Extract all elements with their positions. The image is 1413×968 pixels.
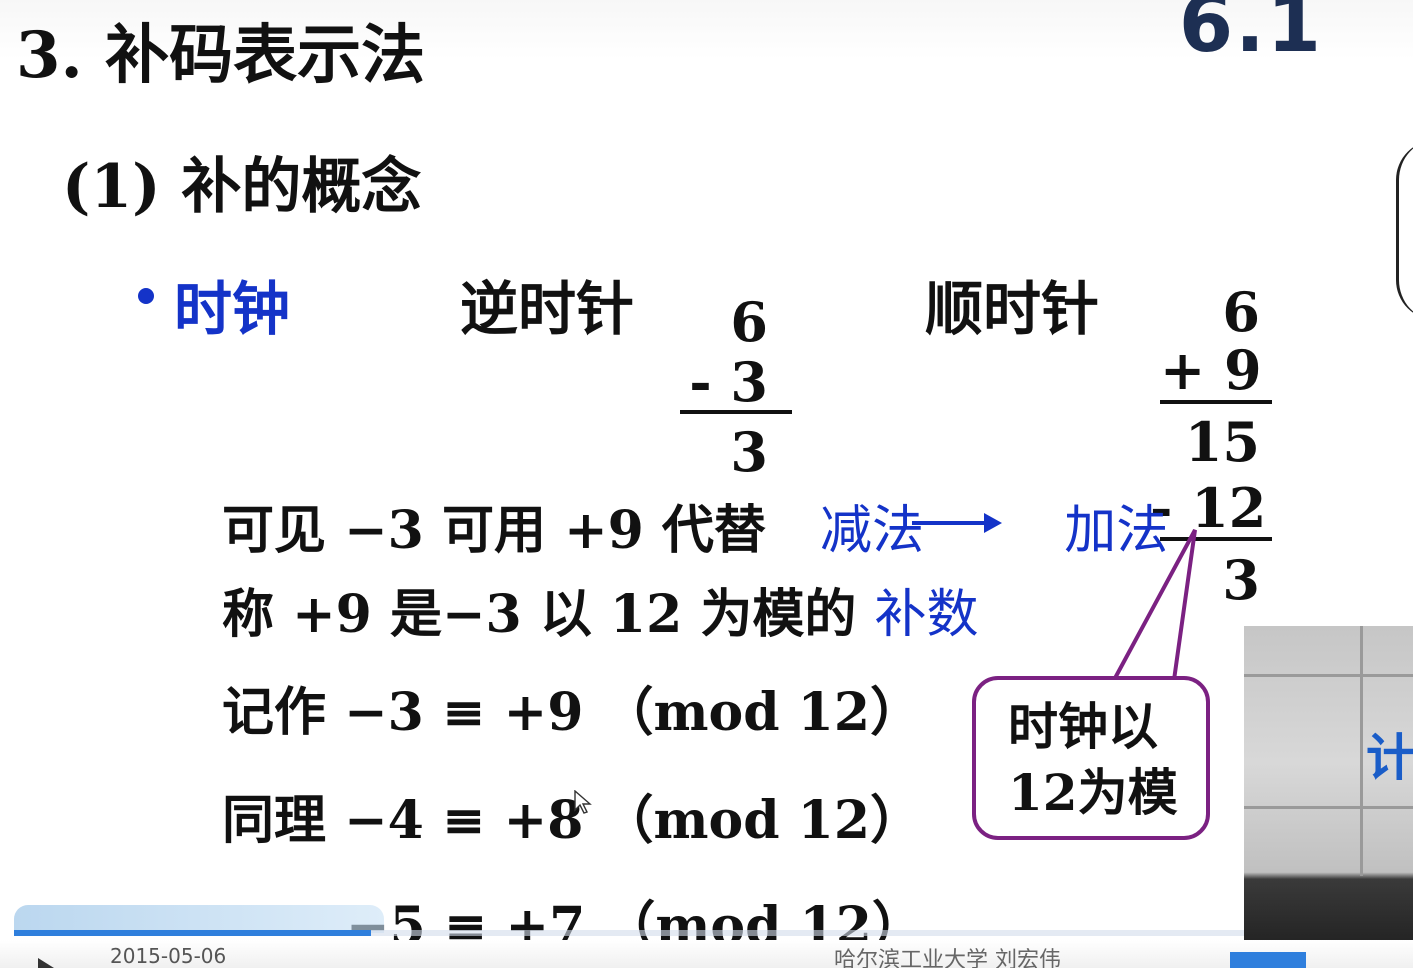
- video-credit: 哈尔滨工业大学 刘宏伟: [834, 948, 1061, 968]
- play-icon[interactable]: [38, 958, 54, 968]
- progress-fill: [14, 930, 371, 936]
- bullet-dot-icon: [138, 288, 154, 304]
- cw-intermediate: 15: [1184, 410, 1260, 474]
- statement-line-4: 同理 −4 ≡ +8 （mod 12）: [222, 790, 923, 851]
- ccw-operand-b: - 3: [689, 350, 768, 414]
- callout-line-1: 时钟以: [1008, 697, 1158, 756]
- statement-2-text: 称 +9 是−3 以 12 为模的: [222, 584, 857, 645]
- slide: 3. 补码表示法 6.1 (1) 补的概念 时钟 逆时针 顺时针 6 - 3 3…: [0, 0, 1413, 968]
- inset-frame-horizontal-2: [1244, 806, 1413, 809]
- ccw-operand-a: 6: [730, 290, 768, 354]
- progress-waveform: [14, 905, 384, 933]
- player-button[interactable]: [1230, 952, 1306, 968]
- cw-operand-a: 6: [1222, 280, 1260, 344]
- counterclockwise-label: 逆时针: [460, 275, 635, 343]
- subtraction-label: 减法: [820, 501, 925, 561]
- complement-label: 补数: [874, 585, 979, 645]
- clockwise-label: 顺时针: [925, 275, 1100, 343]
- bullet-label: 时钟: [174, 275, 291, 343]
- cw-operand-b: + 9: [1160, 338, 1262, 402]
- bracket-decoration: [1396, 140, 1413, 320]
- arrow-right-icon: [912, 513, 1002, 533]
- inset-frame-horizontal: [1244, 674, 1413, 677]
- subheading: (1) 补的概念: [62, 152, 422, 222]
- video-inset: 计: [1244, 626, 1413, 968]
- ccw-result-line: [680, 410, 792, 414]
- video-date: 2015-05-06: [110, 944, 227, 968]
- ccw-result: 3: [730, 420, 768, 484]
- statement-line-3: 记作 −3 ≡ +9 （mod 12）: [222, 682, 923, 743]
- section-number: 6.1: [1178, 0, 1323, 70]
- callout-line-2: 12为模: [1008, 763, 1178, 822]
- mouse-cursor-icon: [574, 790, 592, 814]
- statement-line-2: 称 +9 是−3 以 12 为模的 补数: [222, 572, 979, 647]
- callout-box: 时钟以 12为模: [972, 676, 1210, 840]
- inset-text: 计: [1366, 728, 1413, 787]
- cw-line-1: [1160, 400, 1272, 404]
- inset-frame-vertical: [1360, 626, 1363, 876]
- statement-1-text: 可见 −3 可用 +9 代替: [222, 500, 766, 561]
- slide-heading: 3. 补码表示法: [16, 18, 426, 93]
- statement-line-1: 可见 −3 可用 +9 代替 减法 加法: [222, 488, 1168, 563]
